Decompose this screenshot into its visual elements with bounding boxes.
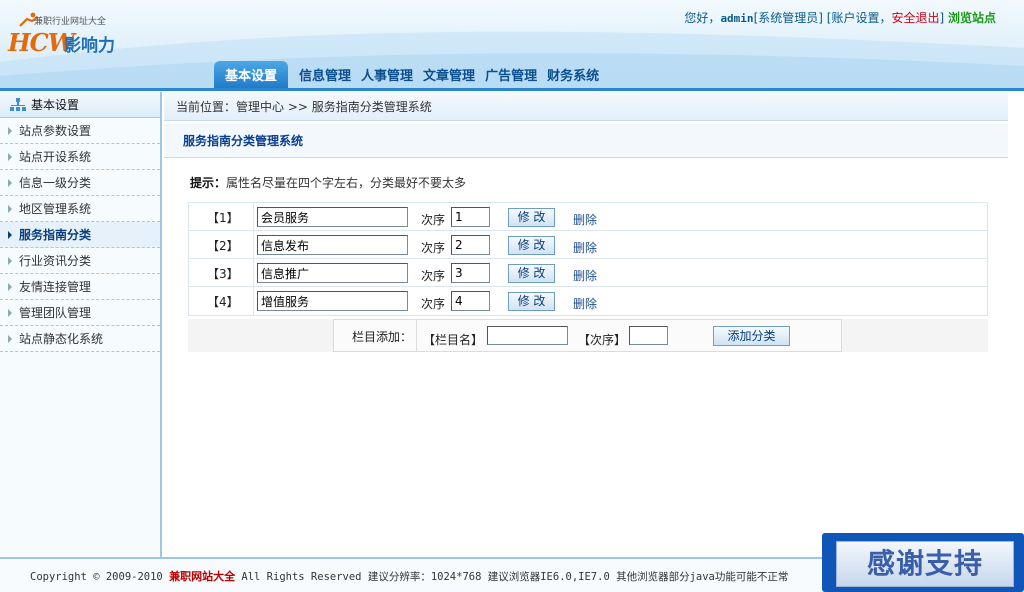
delete-link[interactable]: 删除	[573, 267, 597, 284]
row-index: 【1】	[207, 211, 239, 225]
arrow-right-icon	[8, 283, 12, 291]
arrow-right-icon	[8, 335, 12, 343]
footer-copyright: Copyright © 2009-2010 兼职网站大全 All Rights …	[30, 568, 788, 584]
sidebar-item-label: 行业资讯分类	[19, 254, 92, 268]
sidebar-item-label: 站点静态化系统	[19, 332, 104, 346]
table-row: 【1】 次序 修 改 删除	[189, 203, 987, 231]
arrow-right-icon	[8, 231, 12, 239]
edit-button[interactable]: 修 改	[508, 292, 555, 311]
tab-basic-settings[interactable]: 基本设置	[214, 61, 289, 90]
sidebar-item-region-management[interactable]: 地区管理系统	[0, 196, 160, 222]
new-category-name-input[interactable]	[487, 326, 568, 345]
sidebar: 基本设置 站点参数设置 站点开设系统 信息一级分类 地区管理系统 服务指南分类 …	[0, 92, 162, 557]
arrow-right-icon	[8, 153, 12, 161]
category-order-input[interactable]	[451, 291, 490, 311]
hint-body: 属性名尽量在四个字左右，分类最好不要太多	[226, 176, 467, 190]
main-nav: 基本设置 信息管理 人事管理 文章管理 广告管理 财务系统	[0, 58, 1024, 90]
browse-site-link[interactable]: 浏览站点	[948, 11, 996, 25]
logo-name: 影响力	[64, 36, 115, 56]
row-index: 【4】	[207, 295, 239, 309]
category-order-input[interactable]	[451, 235, 490, 255]
site-logo[interactable]: 兼职行业网址大全 HCW 影响力	[6, 10, 146, 57]
footer-brand: 兼职网站大全	[169, 570, 236, 583]
row-index: 【3】	[207, 267, 239, 281]
table-row: 【3】 次序 修 改 删除	[189, 259, 987, 287]
footer-notice: All Rights Reserved 建议分辨率：1024*768 建议浏览器…	[235, 571, 789, 583]
page-title: 服务指南分类管理系统	[164, 124, 1008, 158]
category-name-input[interactable]	[257, 263, 408, 283]
add-category-row: 栏目添加： 【栏目名】 【次序】 添加分类	[188, 319, 988, 352]
sidebar-item-friend-links[interactable]: 友情连接管理	[0, 274, 160, 300]
copyright-text: Copyright © 2009-2010	[30, 571, 170, 583]
arrow-right-icon	[8, 257, 12, 265]
sidebar-item-site-opening[interactable]: 站点开设系统	[0, 144, 160, 170]
category-name-input[interactable]	[257, 291, 408, 311]
account-settings-link[interactable]: [账户设置，	[827, 11, 892, 25]
tab-info-management[interactable]: 信息管理	[294, 64, 356, 90]
sidebar-item-label: 站点参数设置	[19, 124, 92, 138]
bracket-close: ]	[939, 11, 945, 25]
category-name-input[interactable]	[257, 235, 408, 255]
username: admin	[720, 12, 754, 25]
sidebar-item-label: 地区管理系统	[19, 202, 92, 216]
arrow-right-icon	[8, 179, 12, 187]
table-row: 【4】 次序 修 改 删除	[189, 287, 987, 315]
delete-link[interactable]: 删除	[573, 239, 597, 256]
tab-ad-management[interactable]: 广告管理	[480, 64, 542, 90]
header: 兼职行业网址大全 HCW 影响力 您好，admin[系统管理员] [账户设置，安…	[0, 0, 1024, 91]
new-name-label: 【栏目名】	[423, 333, 484, 347]
sidebar-item-site-params[interactable]: 站点参数设置	[0, 118, 160, 144]
nav-divider	[0, 88, 1024, 91]
hint-text: 提示：属性名尽量在四个字左右，分类最好不要太多	[190, 174, 466, 191]
order-label: 次序	[421, 297, 446, 311]
arrow-right-icon	[8, 309, 12, 317]
tab-hr-management[interactable]: 人事管理	[356, 64, 418, 90]
arrow-right-icon	[8, 205, 12, 213]
greeting-text: 您好，	[684, 11, 721, 25]
logo-tagline: 兼职行业网址大全	[34, 17, 107, 27]
tree-icon	[10, 97, 26, 112]
tab-article-management[interactable]: 文章管理	[418, 64, 480, 90]
row-index: 【2】	[207, 239, 239, 253]
sidebar-item-static-system[interactable]: 站点静态化系统	[0, 326, 160, 352]
sidebar-item-label: 站点开设系统	[19, 150, 92, 164]
add-label: 栏目添加：	[352, 330, 413, 344]
logout-link[interactable]: 安全退出	[891, 11, 939, 25]
arrow-right-icon	[8, 127, 12, 135]
sidebar-item-label: 友情连接管理	[19, 280, 92, 294]
sidebar-item-label: 服务指南分类	[19, 228, 92, 242]
breadcrumb: 当前位置：管理中心 >> 服务指南分类管理系统	[164, 92, 1008, 121]
edit-button[interactable]: 修 改	[508, 236, 555, 255]
sidebar-item-service-guide[interactable]: 服务指南分类	[0, 222, 160, 248]
category-order-input[interactable]	[451, 263, 490, 283]
order-label: 次序	[421, 213, 446, 227]
tab-finance-system[interactable]: 财务系统	[542, 64, 604, 90]
category-name-input[interactable]	[257, 207, 408, 227]
sidebar-title-label: 基本设置	[31, 97, 80, 112]
add-category-form: 栏目添加： 【栏目名】 【次序】 添加分类	[333, 319, 842, 352]
user-bar: 您好，admin[系统管理员] [账户设置，安全退出] 浏览站点	[684, 9, 996, 26]
new-order-label: 【次序】	[578, 333, 627, 347]
category-order-input[interactable]	[451, 207, 490, 227]
order-label: 次序	[421, 269, 446, 283]
sidebar-item-team-management[interactable]: 管理团队管理	[0, 300, 160, 326]
user-role: [系统管理员]	[753, 11, 823, 25]
edit-button[interactable]: 修 改	[508, 208, 555, 227]
thanks-badge: 感谢支持	[822, 533, 1024, 592]
add-category-button[interactable]: 添加分类	[713, 326, 790, 346]
new-category-order-input[interactable]	[629, 326, 668, 345]
thanks-badge-text: 感谢支持	[836, 541, 1014, 587]
edit-button[interactable]: 修 改	[508, 264, 555, 283]
sidebar-item-info-category[interactable]: 信息一级分类	[0, 170, 160, 196]
delete-link[interactable]: 删除	[573, 211, 597, 228]
sidebar-title: 基本设置	[0, 92, 160, 118]
order-label: 次序	[421, 241, 446, 255]
category-table: 【1】 次序 修 改 删除 【2】 次序 修 改 删除 【3】 次序 修 改 删…	[188, 202, 988, 316]
delete-link[interactable]: 删除	[573, 295, 597, 312]
sidebar-item-label: 管理团队管理	[19, 306, 92, 320]
sidebar-item-label: 信息一级分类	[19, 176, 92, 190]
sidebar-item-industry-news[interactable]: 行业资讯分类	[0, 248, 160, 274]
hint-label: 提示：	[190, 176, 227, 190]
table-row: 【2】 次序 修 改 删除	[189, 231, 987, 259]
